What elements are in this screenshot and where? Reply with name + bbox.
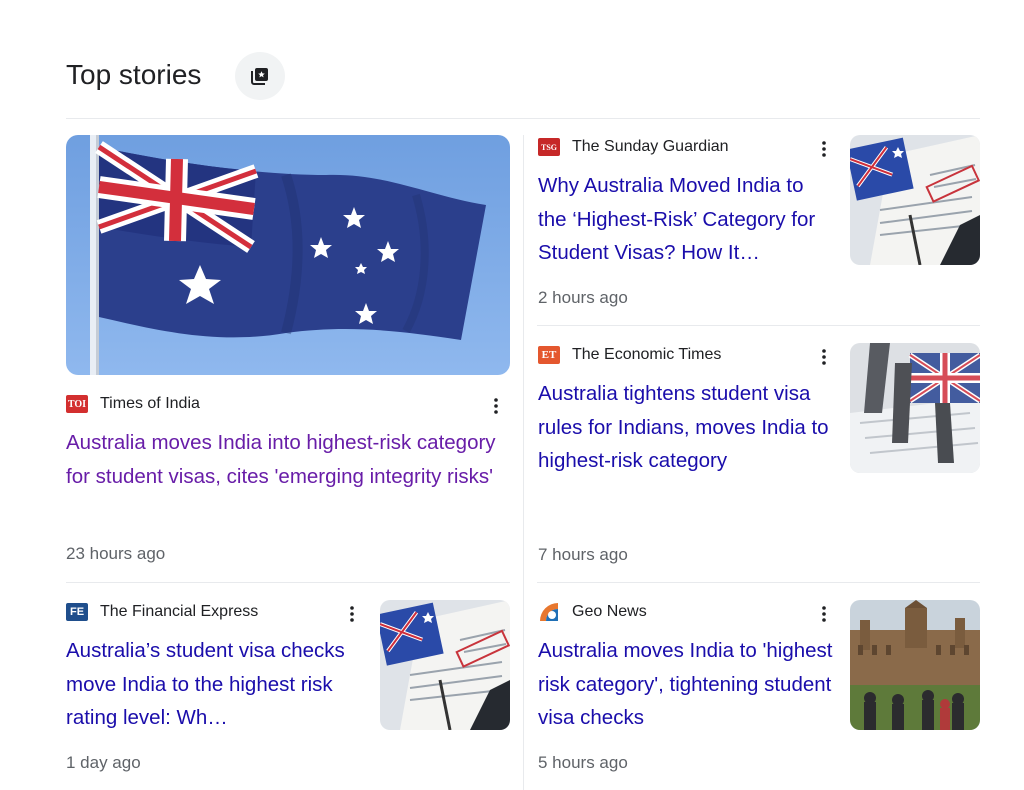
more-vert-icon (822, 606, 826, 622)
story-headline[interactable]: Why Australia Moved India to the ‘Highes… (538, 169, 833, 270)
more-options-button[interactable] (812, 345, 836, 369)
divider (537, 582, 980, 583)
story-card[interactable]: TSG The Sunday Guardian Why Australia Mo… (538, 135, 980, 315)
story-source: TOI Times of India (66, 392, 200, 416)
story-source: ET The Economic Times (538, 343, 721, 367)
story-time: 2 hours ago (538, 288, 628, 307)
story-time: 23 hours ago (66, 544, 166, 563)
source-name: The Financial Express (100, 603, 259, 620)
source-name: The Sunday Guardian (572, 138, 729, 155)
story-headline[interactable]: Australia tightens student visa rules fo… (538, 377, 838, 478)
story-thumbnail[interactable] (850, 600, 980, 730)
story-time: 1 day ago (66, 753, 141, 772)
story-card[interactable]: TOI Times of India Australia moves India… (66, 392, 510, 572)
story-headline[interactable]: Australia moves India to 'highest risk c… (538, 634, 843, 735)
geo-news-logo (540, 603, 558, 621)
divider (66, 582, 510, 583)
more-vert-icon (494, 398, 498, 414)
story-thumbnail[interactable] (850, 343, 980, 473)
more-vert-icon (350, 606, 354, 622)
column-divider (523, 135, 524, 790)
more-vert-icon (822, 141, 826, 157)
source-name: Times of India (100, 395, 200, 412)
divider (537, 325, 980, 326)
stories-button[interactable] (235, 52, 285, 100)
source-name: Geo News (572, 603, 647, 620)
story-headline[interactable]: Australia moves India into highest-risk … (66, 426, 496, 493)
story-thumbnail[interactable] (850, 135, 980, 265)
story-card[interactable]: Geo News Australia moves India to 'highe… (538, 600, 980, 780)
source-logo: TSG (538, 138, 560, 156)
more-options-button[interactable] (340, 602, 364, 626)
story-source: TSG The Sunday Guardian (538, 135, 729, 159)
story-card[interactable]: ET The Economic Times Australia tightens… (538, 343, 980, 573)
story-time: 5 hours ago (538, 753, 628, 772)
story-headline[interactable]: Australia’s student visa checks move Ind… (66, 634, 366, 735)
story-source: Geo News (538, 600, 647, 624)
story-hero-image[interactable] (66, 135, 510, 375)
more-options-button[interactable] (812, 137, 836, 161)
more-vert-icon (822, 349, 826, 365)
top-stories-header: Top stories (66, 52, 980, 119)
story-time: 7 hours ago (538, 545, 628, 564)
story-thumbnail[interactable] (380, 600, 510, 730)
source-name: The Economic Times (572, 346, 722, 363)
story-card[interactable]: FE The Financial Express Australia’s stu… (66, 600, 510, 780)
more-options-button[interactable] (812, 602, 836, 626)
source-logo: ET (538, 346, 560, 364)
more-options-button[interactable] (484, 394, 508, 418)
source-logo: FE (66, 603, 88, 621)
source-logo: TOI (66, 395, 88, 413)
story-source: FE The Financial Express (66, 600, 258, 624)
stories-icon (251, 68, 268, 85)
section-title: Top stories (66, 59, 202, 90)
